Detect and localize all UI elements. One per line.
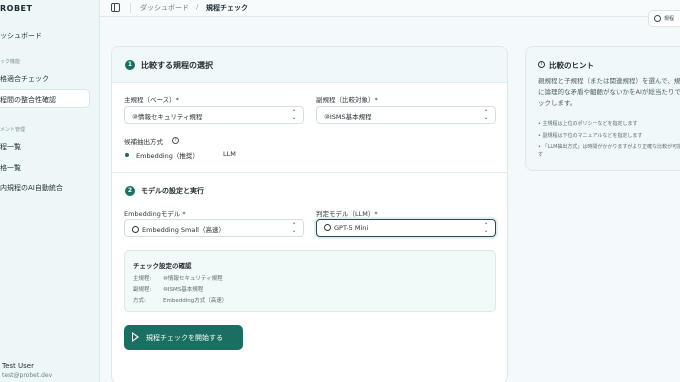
judge-model-label: 判定モデル（LLM）* — [316, 210, 378, 218]
chevron-updown-icon: ⌃ ⌄ — [483, 222, 489, 234]
embedding-model-select[interactable]: Embedding Small（高速） ⌃ ⌄ — [124, 219, 304, 237]
breadcrumb-separator: / — [196, 3, 199, 11]
chevron-updown-icon: ⌃ ⌄ — [291, 222, 297, 234]
start-check-label: 規程チェックを開始する — [146, 334, 223, 342]
hints-card: i 比較のヒント 親規程と子規程（または関連規程）を選んで、規程間に論理的な矛盾… — [525, 46, 680, 171]
sidebar-item-dashboard[interactable]: ッシュボード — [0, 31, 42, 41]
brand-logo: ROBET — [0, 4, 33, 13]
clock-icon — [654, 15, 661, 22]
radio-llm-label[interactable]: LLM — [223, 150, 236, 158]
sidebar-section-check: ック機能 — [0, 59, 21, 65]
embedding-model-label: Embeddingモデル * — [124, 210, 186, 218]
hint-bullet: • 主規程は上位のポリシーなどを指定します — [538, 121, 638, 127]
target-regulation-select[interactable]: ⑩ISMS基本規程 ⌃ ⌄ — [316, 106, 496, 124]
sidebar: ROBET ッシュボード ック機能 格適合チェック 程間の整合性確認 メント管理… — [0, 0, 100, 382]
hint-bullet: • 副規程は下位のマニュアルなどを指定します — [538, 133, 643, 139]
step-1-title: 比較する規程の選択 — [141, 61, 213, 70]
check-settings-card: 1 比較する規程の選択 主規程（ベース）* ⑩情報セキュリティ規程 ⌃ ⌄ 副規程… — [111, 46, 508, 382]
judge-model-value: GPT-5 Mini — [324, 224, 368, 232]
step-1-badge: 1 — [125, 60, 135, 70]
radio-embedding[interactable] — [125, 153, 129, 157]
info-icon: i — [538, 61, 545, 68]
sidebar-item-consistency-check[interactable]: 程間の整合性確認 — [0, 95, 56, 105]
header-divider — [130, 3, 131, 13]
step-2-badge: 2 — [125, 186, 135, 196]
start-check-button[interactable]: 規程チェックを開始する — [124, 325, 243, 350]
history-button[interactable]: 規程 — [648, 10, 680, 27]
base-regulation-value: ⑩情報セキュリティ規程 — [132, 113, 203, 121]
embedding-model-text: Embedding Small（高速） — [142, 226, 225, 234]
user-email: test@probet.dev — [2, 372, 53, 379]
chevron-updown-icon: ⌃ ⌄ — [291, 109, 297, 121]
embedding-model-value: Embedding Small（高速） — [132, 224, 225, 234]
history-button-label: 規程 — [664, 16, 675, 22]
sidebar-section-documents: メント管理 — [0, 127, 26, 133]
target-regulation-label: 副規程（比較対象）* — [316, 96, 378, 104]
help-icon[interactable]: ? — [172, 137, 179, 144]
breadcrumb-current: 規程チェック — [206, 4, 248, 12]
play-icon — [132, 332, 139, 342]
confirm-value-base: ⑩情報セキュリティ規程 — [163, 276, 223, 282]
base-regulation-label: 主規程（ベース）* — [124, 96, 179, 104]
openai-icon — [132, 226, 139, 233]
confirm-key-method: 方式: — [133, 298, 146, 304]
hint-bullet: • 「LLM抽出方式」は時間がかかりますがより正確な比較が可能です — [538, 144, 680, 158]
sidebar-item-regulation-list[interactable]: 程一覧 — [0, 142, 21, 152]
sidebar-item-compliance-check[interactable]: 格適合チェック — [0, 74, 49, 84]
confirm-key-base: 主規程: — [133, 276, 152, 282]
radio-llm[interactable] — [212, 153, 216, 157]
base-regulation-select[interactable]: ⑩情報セキュリティ規程 ⌃ ⌄ — [124, 106, 304, 124]
judge-model-select[interactable]: GPT-5 Mini ⌃ ⌄ — [316, 219, 496, 237]
sidebar-item-standard-list[interactable]: 格一覧 — [0, 163, 21, 173]
sidebar-toggle-icon[interactable] — [111, 3, 120, 12]
step-2-title: モデルの設定と実行 — [141, 187, 204, 195]
confirm-settings-box: チェック設定の確認 主規程: ⑩情報セキュリティ規程 副規程: ⑩ISMS基本規… — [124, 250, 496, 312]
confirm-value-method: Embedding方式（高速） — [163, 298, 228, 304]
user-name[interactable]: Test User — [2, 362, 34, 370]
top-header: ダッシュボード / 規程チェック — [100, 0, 680, 17]
judge-model-text: GPT-5 Mini — [334, 224, 369, 232]
section-divider — [112, 172, 507, 173]
confirm-title: チェック設定の確認 — [133, 262, 192, 270]
target-regulation-value: ⑩ISMS基本規程 — [324, 113, 372, 121]
extraction-method-label: 候補抽出方式 — [124, 138, 163, 146]
sidebar-item-ai-integration[interactable]: 内規程のAI自動統合 — [0, 183, 63, 193]
hints-title: 比較のヒント — [549, 61, 594, 70]
breadcrumb-dashboard[interactable]: ダッシュボード — [140, 3, 189, 13]
openai-icon — [324, 224, 331, 231]
confirm-key-target: 副規程: — [133, 287, 152, 293]
radio-embedding-label[interactable]: Embedding（推奨） — [136, 150, 199, 160]
hints-description: 親規程と子規程（または関連規程）を選んで、規程間に論理的な矛盾や齟齬がないかをA… — [538, 77, 680, 107]
chevron-updown-icon: ⌃ ⌄ — [483, 109, 489, 121]
confirm-value-target: ⑩ISMS基本規程 — [163, 287, 204, 293]
